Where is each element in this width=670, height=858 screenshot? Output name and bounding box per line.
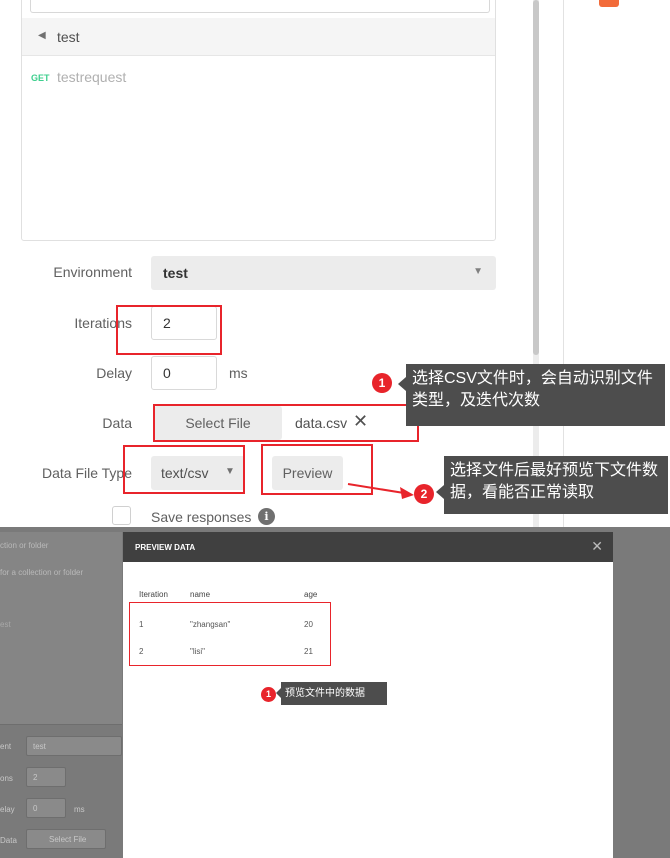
folder-row[interactable]: ◀ test	[22, 18, 495, 56]
data-label: Data	[102, 415, 132, 431]
environment-label: Environment	[53, 264, 132, 280]
annotation-callout-modal: 预览文件中的数据	[281, 682, 387, 705]
annotation-callout-1: 选择CSV文件时，会自动识别文件类型，及迭代次数	[406, 364, 665, 426]
background-iter-value: 2	[33, 773, 38, 782]
delay-input[interactable]: 0	[151, 356, 217, 390]
annotation-callout-2: 选择文件后最好预览下文件数据，看能否正常读取	[444, 456, 668, 514]
orange-indicator	[599, 0, 619, 7]
delay-unit: ms	[229, 365, 248, 381]
background-select-file-label: Select File	[49, 835, 87, 844]
background-collection-panel	[0, 557, 122, 725]
annotation-box-file-type	[123, 445, 245, 494]
save-responses-label: Save responses	[151, 509, 252, 525]
background-iter-input: 2	[26, 767, 66, 787]
preview-data-modal: PREVIEW DATA ✕ Iteration name age 1 "zha…	[123, 532, 613, 858]
preview-overlay-screenshot: ction or folder for a collection or fold…	[0, 527, 670, 858]
request-method-badge: GET	[31, 73, 50, 83]
background-text: est	[0, 620, 11, 629]
modal-header: PREVIEW DATA ✕	[123, 532, 613, 562]
column-header-name: name	[190, 590, 211, 599]
save-responses-checkbox[interactable]	[112, 506, 131, 525]
annotation-arrow	[347, 483, 414, 499]
close-icon[interactable]: ✕	[591, 538, 603, 555]
collection-search-input[interactable]	[30, 0, 490, 13]
column-header-iteration: Iteration	[139, 590, 168, 599]
background-delay-unit: ms	[74, 805, 85, 814]
collection-tree: ◀ test GET testrequest	[21, 0, 496, 241]
background-text: ction or folder	[0, 541, 49, 550]
caret-left-icon: ◀	[38, 30, 46, 41]
background-env-label: ent	[0, 742, 12, 751]
chevron-down-icon: ▼	[473, 266, 483, 277]
annotation-badge-2: 2	[414, 484, 434, 504]
background-data-label: Data	[0, 836, 17, 845]
scrollbar-thumb[interactable]	[533, 0, 539, 355]
folder-name: test	[57, 29, 80, 45]
request-name[interactable]: testrequest	[57, 69, 126, 85]
callout-pointer	[436, 485, 444, 499]
environment-select[interactable]: test ▼	[151, 256, 496, 290]
panel-divider	[563, 0, 564, 527]
background-delay-value: 0	[33, 804, 38, 813]
modal-title: PREVIEW DATA	[135, 543, 196, 552]
annotation-badge-1: 1	[372, 373, 392, 393]
data-file-type-label: Data File Type	[41, 465, 132, 481]
column-header-age: age	[304, 590, 318, 599]
background-text: for a collection or folder	[0, 568, 84, 577]
annotation-box-iterations	[116, 305, 222, 355]
delay-value: 0	[163, 365, 171, 381]
background-env-value: test	[33, 742, 46, 751]
annotation-box-data	[153, 404, 419, 442]
annotation-badge-modal: 1	[261, 687, 276, 702]
annotation-box-rows	[129, 602, 331, 666]
background-env-select: test	[26, 736, 122, 756]
background-delay-label: elay	[0, 805, 15, 814]
info-icon[interactable]: i	[258, 508, 275, 525]
background-select-file: Select File	[26, 829, 106, 849]
collection-runner-panel: ◀ test GET testrequest Environment test …	[0, 0, 670, 527]
background-delay-input: 0	[26, 798, 66, 818]
delay-label: Delay	[96, 365, 132, 381]
environment-value: test	[163, 265, 188, 281]
background-iter-label: ons	[0, 774, 13, 783]
iterations-label: Iterations	[74, 315, 132, 331]
callout-pointer	[398, 377, 406, 391]
